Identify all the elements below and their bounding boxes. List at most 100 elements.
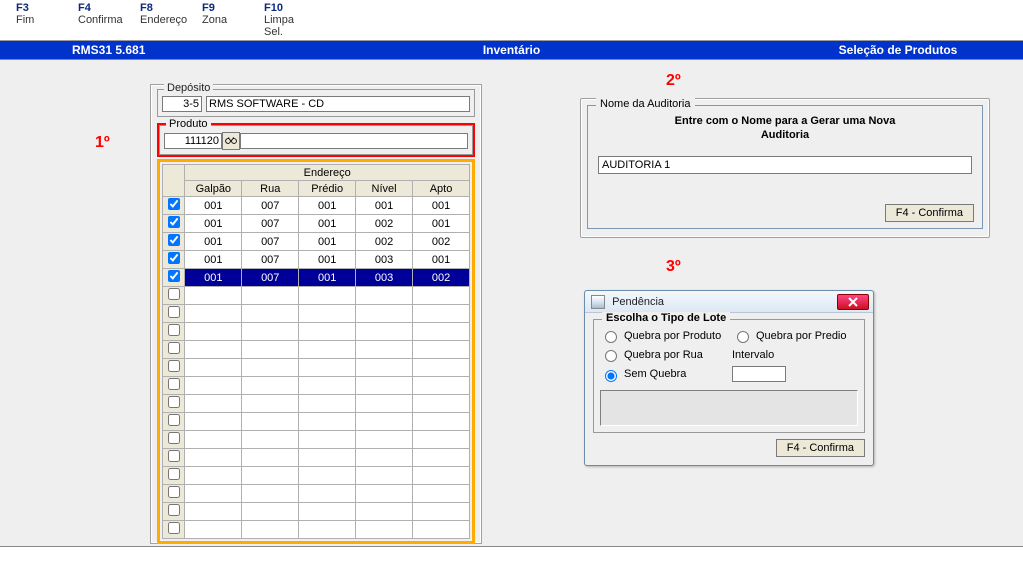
row-checkbox[interactable] <box>168 216 180 228</box>
fkey-f3[interactable]: F3Fim <box>4 2 66 38</box>
window-icon <box>591 295 605 309</box>
table-row-empty <box>163 377 470 395</box>
table-check-header <box>163 165 185 197</box>
table-row-empty <box>163 359 470 377</box>
row-checkbox-cell[interactable] <box>163 197 185 215</box>
search-icon[interactable] <box>222 132 240 150</box>
cell: 007 <box>242 233 299 251</box>
row-checkbox-cell[interactable] <box>163 269 185 287</box>
intervalo-label: Intervalo <box>732 349 858 361</box>
app-version: RMS31 5.681 <box>0 41 250 59</box>
pendencia-list <box>600 390 858 426</box>
row-checkbox-cell[interactable] <box>163 251 185 269</box>
cell: 001 <box>185 215 242 233</box>
tipo-lote-group: Escolha o Tipo de Lote Quebra por Produt… <box>593 319 865 433</box>
produtos-panel: Depósito Produto <box>150 84 482 544</box>
auditoria-name-input[interactable] <box>598 156 972 174</box>
table-row-empty <box>163 413 470 431</box>
row-checkbox[interactable] <box>168 324 180 336</box>
cell: 002 <box>356 215 413 233</box>
row-checkbox[interactable] <box>168 234 180 246</box>
cell: 001 <box>413 197 470 215</box>
cell: 001 <box>185 251 242 269</box>
deposito-name-input[interactable] <box>206 96 470 112</box>
table-row-empty <box>163 431 470 449</box>
cell: 002 <box>413 269 470 287</box>
table-row[interactable]: 001007001003001 <box>163 251 470 269</box>
row-checkbox[interactable] <box>168 414 180 426</box>
pendencia-titlebar[interactable]: Pendência <box>585 291 873 313</box>
table-row-empty <box>163 485 470 503</box>
cell: 001 <box>185 233 242 251</box>
table-row-empty <box>163 287 470 305</box>
cell: 007 <box>242 251 299 269</box>
fkey-code: F4 <box>78 2 128 14</box>
pendencia-confirm-button[interactable]: F4 - Confirma <box>776 439 865 457</box>
radio-quebra-produto[interactable]: Quebra por Produto <box>600 328 726 343</box>
table-row[interactable]: 001007001001001 <box>163 197 470 215</box>
cell: 001 <box>299 269 356 287</box>
close-icon[interactable] <box>837 294 869 310</box>
function-key-bar: F3FimF4ConfirmaF8EndereçoF9ZonaF10Limpa … <box>0 0 1023 38</box>
row-checkbox[interactable] <box>168 432 180 444</box>
cell: 007 <box>242 269 299 287</box>
fkey-label: Limpa Sel. <box>264 14 314 38</box>
deposito-title: Depósito <box>164 82 213 94</box>
row-checkbox[interactable] <box>168 450 180 462</box>
row-checkbox[interactable] <box>168 486 180 498</box>
radio-quebra-predio[interactable]: Quebra por Predio <box>732 328 858 343</box>
row-checkbox[interactable] <box>168 252 180 264</box>
produto-code-input[interactable] <box>164 133 222 149</box>
deposito-code-input[interactable] <box>162 96 202 112</box>
tipo-lote-title: Escolha o Tipo de Lote <box>602 312 730 324</box>
fkey-code: F3 <box>16 2 66 14</box>
fkey-f10[interactable]: F10Limpa Sel. <box>252 2 314 38</box>
row-checkbox[interactable] <box>168 396 180 408</box>
auditoria-group: Nome da Auditoria Entre com o Nome para … <box>587 105 983 229</box>
table-row-empty <box>163 521 470 539</box>
table-row[interactable]: 001007001002002 <box>163 233 470 251</box>
deposito-group: Depósito <box>157 89 475 117</box>
row-checkbox[interactable] <box>168 468 180 480</box>
row-checkbox[interactable] <box>168 342 180 354</box>
row-checkbox[interactable] <box>168 270 180 282</box>
callout-2: 2º <box>666 72 681 90</box>
app-title-bar: RMS31 5.681 Inventário Seleção de Produt… <box>0 41 1023 59</box>
fkey-code: F8 <box>140 2 190 14</box>
table-row[interactable]: 001007001003002 <box>163 269 470 287</box>
fkey-label: Endereço <box>140 14 190 26</box>
produto-group: Produto <box>159 125 473 155</box>
callout-3: 3º <box>666 258 681 276</box>
row-checkbox-cell[interactable] <box>163 233 185 251</box>
fkey-f9[interactable]: F9Zona <box>190 2 252 38</box>
row-checkbox[interactable] <box>168 306 180 318</box>
row-checkbox[interactable] <box>168 288 180 300</box>
table-row-empty <box>163 341 470 359</box>
pendencia-title: Pendência <box>612 295 664 307</box>
fkey-label: Zona <box>202 14 252 26</box>
cell: 007 <box>242 215 299 233</box>
pendencia-window: Pendência Escolha o Tipo de Lote Quebra … <box>584 290 874 466</box>
endereco-table: Endereço GalpãoRuaPrédioNívelApto 001007… <box>162 164 470 539</box>
cell: 001 <box>299 251 356 269</box>
intervalo-input[interactable] <box>732 366 786 382</box>
radio-sem-quebra[interactable]: Sem Quebra <box>600 367 726 382</box>
table-row-empty <box>163 449 470 467</box>
table-row-empty <box>163 395 470 413</box>
row-checkbox[interactable] <box>168 360 180 372</box>
row-checkbox-cell[interactable] <box>163 215 185 233</box>
row-checkbox[interactable] <box>168 522 180 534</box>
produto-name-input[interactable] <box>240 133 468 149</box>
table-row[interactable]: 001007001002001 <box>163 215 470 233</box>
fkey-f8[interactable]: F8Endereço <box>128 2 190 38</box>
row-checkbox[interactable] <box>168 198 180 210</box>
fkey-f4[interactable]: F4Confirma <box>66 2 128 38</box>
cell: 001 <box>413 251 470 269</box>
auditoria-confirm-button[interactable]: F4 - Confirma <box>885 204 974 222</box>
fkey-code: F10 <box>264 2 314 14</box>
auditoria-title: Nome da Auditoria <box>596 98 695 110</box>
row-checkbox[interactable] <box>168 504 180 516</box>
radio-quebra-rua[interactable]: Quebra por Rua <box>600 347 726 362</box>
row-checkbox[interactable] <box>168 378 180 390</box>
table-row-empty <box>163 503 470 521</box>
